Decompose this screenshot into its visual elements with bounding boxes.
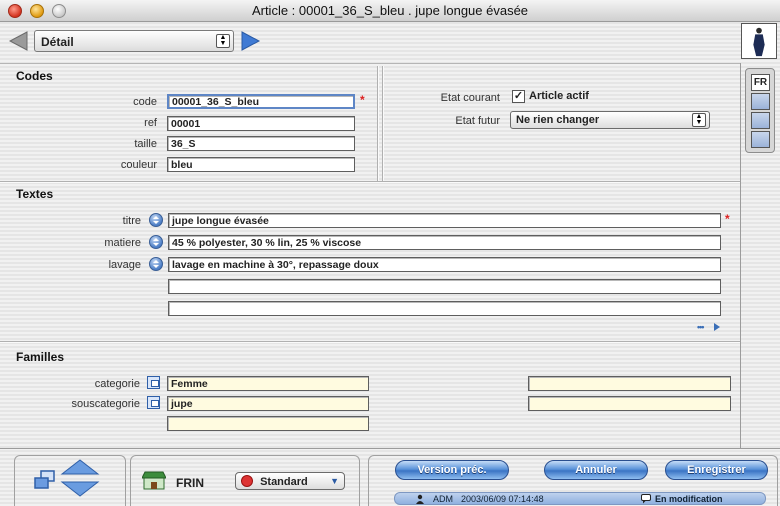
toolbar: Détail ▲ ▼ — [0, 23, 780, 63]
etat-divider — [382, 66, 384, 181]
titre-field[interactable]: jupe longue évasée — [168, 213, 721, 228]
extra-text-field-1[interactable] — [168, 279, 721, 294]
categorie-label: categorie — [94, 378, 140, 390]
article-actif-checkbox[interactable]: ✓ — [512, 90, 525, 103]
status-timestamp: 2003/06/09 07:14:48 — [461, 494, 544, 504]
select-stepper-icon: ▲ ▼ — [692, 113, 706, 127]
cancel-button[interactable]: Annuler — [544, 460, 648, 480]
window-title: Article : 00001_36_S_bleu . jupe longue … — [251, 3, 529, 18]
windows-icon[interactable] — [34, 470, 56, 490]
textes-familles-divider — [0, 341, 740, 343]
mode-select-value: Standard — [260, 476, 308, 488]
user-icon — [416, 494, 424, 504]
taille-field[interactable]: 36_S — [167, 136, 355, 151]
ref-field[interactable]: 00001 — [167, 116, 355, 131]
speech-bubble-icon — [641, 494, 651, 504]
more-fields-icon[interactable]: ••• — [697, 322, 705, 332]
mode-select[interactable]: Standard ▼ — [235, 472, 345, 490]
souscategorie-label: souscategorie — [71, 398, 141, 410]
code-required-marker: * — [360, 93, 365, 107]
language-tab-2[interactable] — [751, 93, 770, 110]
status-bar: ADM 2003/06/09 07:14:48 En modification — [394, 492, 766, 505]
familles-section-label: Familles — [16, 350, 65, 364]
couleur-label: couleur — [120, 159, 157, 171]
previous-version-button[interactable]: Version préc. — [395, 460, 509, 480]
main-panel: Codes code 00001_36_S_bleu * ref 00001 t… — [0, 63, 740, 448]
previous-record-arrow-icon[interactable] — [7, 30, 31, 52]
codes-section-label: Codes — [16, 69, 53, 83]
article-actif-label: Article actif — [529, 90, 589, 102]
language-tab-fr[interactable]: FR — [751, 74, 770, 91]
codes-textes-divider — [0, 181, 740, 183]
categorie-extra-field[interactable] — [528, 376, 731, 391]
code-field[interactable]: 00001_36_S_bleu — [167, 94, 355, 109]
matiere-translate-icon[interactable] — [149, 235, 163, 249]
more-arrow-icon[interactable] — [713, 322, 721, 332]
view-select-value: Détail — [41, 35, 74, 49]
categorie-field[interactable]: Femme — [167, 376, 369, 391]
language-tabs: FR — [745, 68, 775, 153]
extra-text-field-2[interactable] — [168, 301, 721, 316]
scroll-up-down-icon[interactable] — [60, 459, 100, 497]
mode-shield-icon — [241, 475, 253, 487]
categorie-picker-icon[interactable] — [147, 376, 160, 389]
status-user: ADM — [433, 494, 453, 504]
etat-futur-label: Etat futur — [455, 115, 500, 127]
lavage-field[interactable]: lavage en machine à 30°, repassage doux — [168, 257, 721, 272]
next-record-arrow-icon[interactable] — [238, 30, 262, 52]
souscategorie-field[interactable]: jupe — [167, 396, 369, 411]
matiere-label: matiere — [104, 237, 141, 249]
lavage-label: lavage — [108, 259, 141, 271]
view-select[interactable]: Détail ▲ ▼ — [34, 30, 234, 52]
taille-label: taille — [134, 138, 157, 150]
lavage-translate-icon[interactable] — [149, 257, 163, 271]
status-mode: En modification — [655, 494, 723, 504]
save-button[interactable]: Enregistrer — [665, 460, 768, 480]
codes-divider — [377, 66, 379, 181]
ref-label: ref — [144, 117, 157, 129]
etat-futur-select[interactable]: Ne rien changer ▲ ▼ — [510, 111, 710, 129]
store-name: FRIN — [176, 476, 204, 490]
etat-courant-label: Etat courant — [440, 92, 500, 104]
titre-required-marker: * — [725, 212, 730, 226]
souscategorie-picker-icon[interactable] — [147, 396, 160, 409]
store-icon — [142, 471, 166, 490]
couleur-field[interactable]: bleu — [167, 157, 355, 172]
etat-futur-value: Ne rien changer — [516, 114, 600, 126]
matiere-field[interactable]: 45 % polyester, 30 % lin, 25 % viscose — [168, 235, 721, 250]
souscategorie-extra-field[interactable] — [528, 396, 731, 411]
textes-section-label: Textes — [16, 187, 54, 201]
select-stepper-icon: ▲ ▼ — [216, 34, 230, 48]
code-label: code — [133, 96, 157, 108]
chevron-down-icon: ▼ — [330, 476, 339, 486]
titre-translate-icon[interactable] — [149, 213, 163, 227]
language-tab-3[interactable] — [751, 112, 770, 129]
article-thumbnail[interactable] — [741, 23, 777, 59]
title-bar: Article : 00001_36_S_bleu . jupe longue … — [0, 0, 780, 22]
titre-label: titre — [122, 215, 141, 227]
language-tab-4[interactable] — [751, 131, 770, 148]
famille-extra-field[interactable] — [167, 416, 369, 431]
